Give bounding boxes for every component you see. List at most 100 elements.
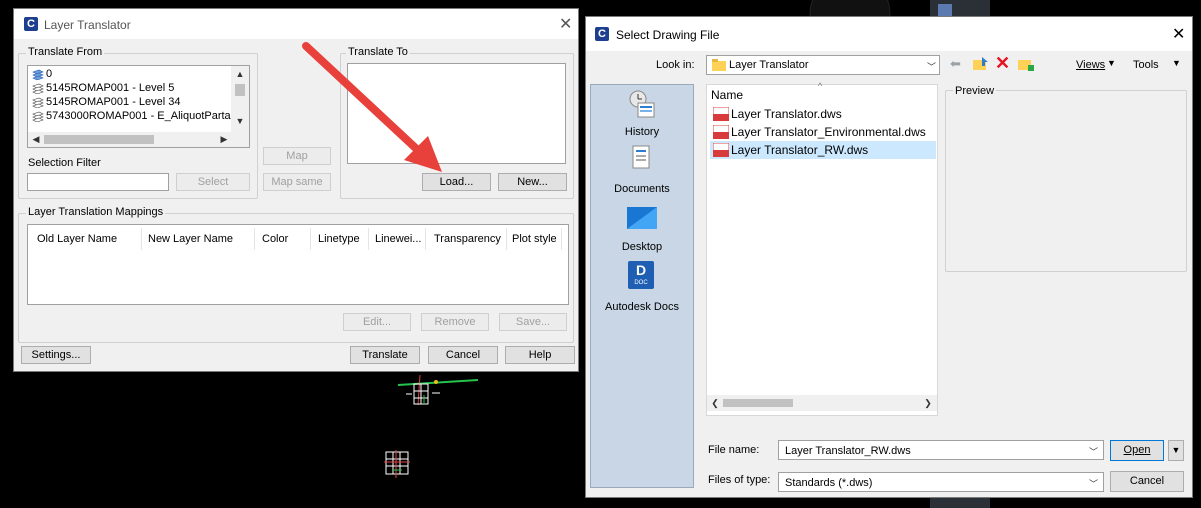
layer-stack-icon [32, 97, 44, 108]
layer-name: 5145ROMAP001 - Level 34 [46, 96, 181, 108]
column-header-new-layer[interactable]: New Layer Name [148, 233, 233, 245]
close-icon[interactable]: ✕ [1172, 27, 1185, 43]
places-item-history[interactable]: History [591, 85, 693, 145]
scroll-left-icon[interactable]: ◀ [30, 134, 42, 145]
file-list-horizontal-scrollbar[interactable]: ❮ ❯ [707, 395, 937, 411]
layer-translator-titlebar: C Layer Translator ✕ [14, 9, 578, 39]
scroll-thumb[interactable] [235, 84, 245, 96]
places-label: Desktop [621, 241, 663, 253]
selection-filter-label: Selection Filter [28, 157, 101, 169]
file-row[interactable]: Layer Translator.dws [710, 105, 936, 123]
layer-stack-icon [32, 111, 44, 122]
remove-button[interactable]: Remove [421, 313, 489, 331]
select-drawing-titlebar: C Select Drawing File ✕ [586, 17, 1192, 51]
selection-filter-input[interactable] [27, 173, 169, 191]
edit-button[interactable]: Edit... [343, 313, 411, 331]
scroll-down-icon[interactable]: ▼ [231, 116, 249, 126]
column-header-transparency[interactable]: Transparency [434, 233, 501, 245]
file-name: Layer Translator.dws [731, 107, 842, 121]
cancel-button[interactable]: Cancel [428, 346, 498, 364]
open-button-label: Open [1123, 444, 1151, 456]
places-bar: History Documents Desktop D DOC Autodesk… [590, 84, 694, 488]
layer-list-item[interactable]: 5145ROMAP001 - Level 34 [30, 96, 230, 109]
settings-button[interactable]: Settings... [21, 346, 91, 364]
save-button[interactable]: Save... [499, 313, 567, 331]
dws-file-icon [713, 125, 729, 139]
places-item-desktop[interactable]: Desktop [591, 203, 693, 259]
documents-icon [632, 145, 650, 169]
places-item-documents[interactable]: Documents [591, 145, 693, 201]
name-column-header[interactable]: Name [711, 88, 743, 102]
column-separator [561, 228, 562, 250]
layer-list-item[interactable]: 0 [30, 68, 230, 81]
file-name-value: Layer Translator_RW.dws [785, 445, 911, 457]
column-header-old-layer[interactable]: Old Layer Name [37, 233, 117, 245]
tools-dropdown-icon[interactable]: ▼ [1172, 58, 1181, 68]
file-name-combo[interactable]: Layer Translator_RW.dws ﹀ [778, 440, 1104, 460]
translate-button[interactable]: Translate [350, 346, 420, 364]
chevron-down-icon: ﹀ [1089, 479, 1099, 489]
scroll-up-icon[interactable]: ▲ [231, 69, 249, 79]
preview-group [945, 90, 1187, 272]
look-in-value: Layer Translator [729, 59, 809, 71]
places-label: History [624, 126, 660, 138]
annotation-arrow [302, 42, 442, 172]
column-separator [506, 228, 507, 250]
layer-name: 0 [46, 68, 53, 80]
app-logo-icon: C [24, 17, 38, 31]
views-dropdown-icon[interactable]: ▼ [1107, 58, 1116, 68]
mappings-table[interactable]: Old Layer Name New Layer Name Color Line… [27, 224, 569, 305]
column-header-plot-style[interactable]: Plot style [512, 233, 557, 245]
translate-from-label: Translate From [26, 46, 105, 58]
file-row-selected[interactable]: Layer Translator_RW.dws [710, 141, 936, 159]
dialog-title: Layer Translator [44, 18, 131, 32]
app-logo-icon: C [595, 27, 609, 41]
desktop-icon [627, 207, 657, 229]
docs-icon-letter: D [635, 262, 647, 278]
new-folder-icon[interactable] [1018, 57, 1034, 71]
back-icon[interactable]: ⬅ [950, 56, 961, 72]
scroll-right-icon[interactable]: ❯ [923, 398, 933, 409]
vertical-scrollbar[interactable]: ▲ ▼ [231, 66, 249, 132]
column-header-color[interactable]: Color [262, 233, 288, 245]
look-in-combo[interactable]: Layer Translator ﹀ [706, 55, 940, 75]
folder-icon [712, 59, 726, 71]
horizontal-scrollbar[interactable]: ◀ ▶ [28, 132, 249, 147]
delete-icon[interactable]: ✕ [995, 53, 1010, 74]
close-icon[interactable]: ✕ [559, 17, 572, 33]
column-separator [141, 228, 142, 250]
places-item-autodesk-docs[interactable]: D DOC Autodesk Docs [591, 259, 693, 315]
layer-list-item[interactable]: 5743000ROMAP001 - E_AliquotPartand [30, 110, 243, 123]
files-of-type-combo[interactable]: Standards (*.dws) ﹀ [778, 472, 1104, 492]
scroll-left-icon[interactable]: ❮ [710, 398, 720, 409]
new-button[interactable]: New... [498, 173, 567, 191]
scroll-thumb[interactable] [44, 135, 154, 144]
places-label: Documents [614, 183, 670, 195]
tools-menu[interactable]: Tools [1133, 59, 1159, 71]
open-button[interactable]: Open [1110, 440, 1164, 461]
files-of-type-label: Files of type: [708, 474, 771, 486]
help-button[interactable]: Help [505, 346, 575, 364]
docs-icon-sub: DOC [634, 280, 648, 286]
file-row[interactable]: Layer Translator_Environmental.dws [710, 123, 936, 141]
scroll-thumb[interactable] [723, 399, 793, 407]
layer-name: 5145ROMAP001 - Level 5 [46, 82, 175, 94]
layer-list-item[interactable]: 5145ROMAP001 - Level 5 [30, 82, 230, 95]
layer-stack-icon [32, 83, 44, 94]
open-options-dropdown[interactable]: ▼ [1168, 440, 1184, 461]
history-icon [629, 90, 655, 118]
scroll-right-icon[interactable]: ▶ [218, 134, 230, 145]
mappings-label: Layer Translation Mappings [26, 206, 166, 218]
views-menu[interactable]: Views [1076, 59, 1105, 71]
column-header-linetype[interactable]: Linetype [318, 233, 360, 245]
column-separator [310, 228, 311, 250]
column-header-lineweight[interactable]: Linewei... [375, 233, 421, 245]
dialog-title: Select Drawing File [616, 28, 720, 42]
up-folder-icon[interactable] [973, 57, 989, 71]
translate-from-layer-list[interactable]: 0 5145ROMAP001 - Level 5 5145ROMAP001 - … [27, 65, 250, 148]
cancel-button[interactable]: Cancel [1110, 471, 1184, 492]
select-button[interactable]: Select [176, 173, 250, 191]
file-name: Layer Translator_RW.dws [731, 143, 869, 157]
layer-stack-icon [32, 69, 44, 80]
file-name: Layer Translator_Environmental.dws [731, 125, 926, 139]
